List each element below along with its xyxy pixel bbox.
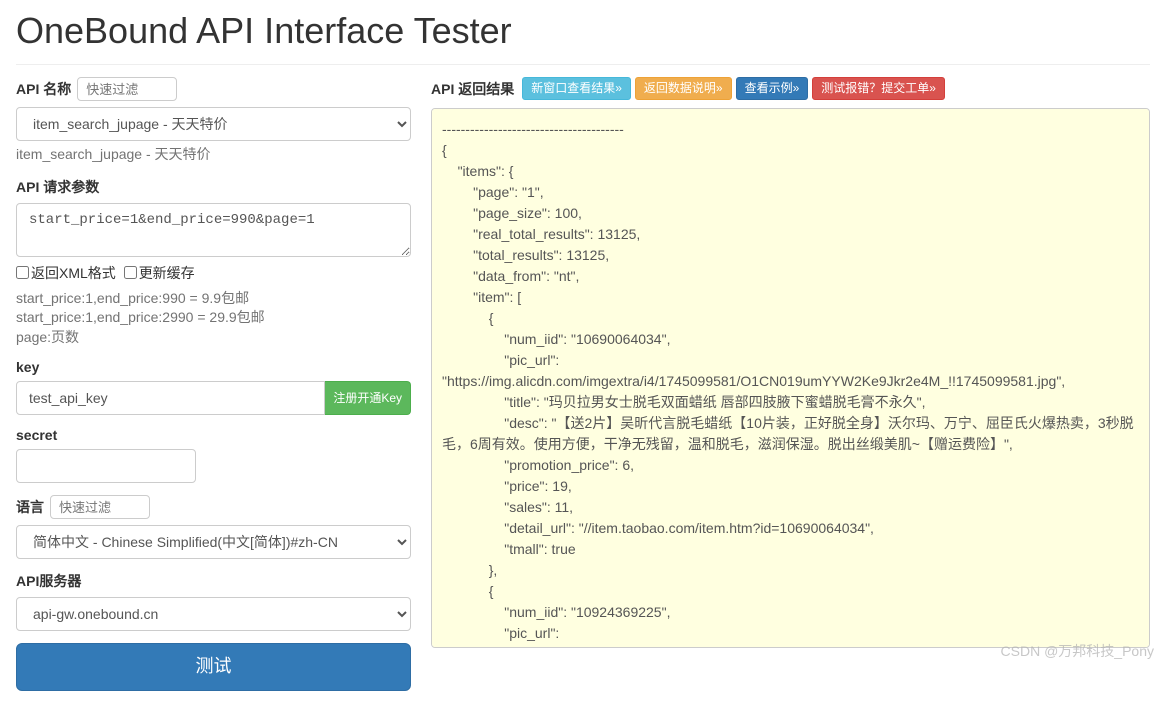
api-name-help: item_search_jupage - 天天特价 bbox=[16, 145, 411, 165]
divider bbox=[16, 64, 1150, 65]
cache-checkbox-label: 更新缓存 bbox=[139, 265, 195, 281]
params-help: start_price:1,end_price:990 = 9.9包邮 star… bbox=[16, 289, 411, 348]
language-label: 语言 bbox=[16, 497, 44, 517]
right-panel: API 返回结果 新窗口查看结果» 返回数据说明» 查看示例» 测试报错？提交工… bbox=[431, 77, 1150, 691]
test-button[interactable]: 测试 bbox=[16, 643, 411, 691]
register-key-button[interactable]: 注册开通Key bbox=[325, 381, 411, 415]
api-name-select[interactable]: item_search_jupage - 天天特价 bbox=[16, 107, 411, 141]
cache-checkbox[interactable] bbox=[124, 266, 137, 279]
key-input[interactable] bbox=[16, 381, 325, 415]
example-button[interactable]: 查看示例» bbox=[736, 77, 809, 100]
secret-input[interactable] bbox=[16, 449, 196, 483]
report-button[interactable]: 测试报错？提交工单» bbox=[812, 77, 945, 100]
api-params-textarea[interactable]: start_price=1&end_price=990&page=1 bbox=[16, 203, 411, 257]
api-name-filter-input[interactable] bbox=[77, 77, 177, 101]
result-textarea[interactable]: --------------------------------------- … bbox=[431, 108, 1150, 648]
api-server-label: API服务器 bbox=[16, 571, 81, 591]
left-panel: API 名称 item_search_jupage - 天天特价 item_se… bbox=[16, 77, 411, 691]
new-window-button[interactable]: 新窗口查看结果» bbox=[522, 77, 631, 100]
xml-checkbox[interactable] bbox=[16, 266, 29, 279]
key-label: key bbox=[16, 359, 39, 375]
result-label: API 返回结果 bbox=[431, 79, 514, 99]
page-title: OneBound API Interface Tester bbox=[16, 10, 1150, 52]
language-filter-input[interactable] bbox=[50, 495, 150, 519]
api-name-label: API 名称 bbox=[16, 79, 71, 99]
data-desc-button[interactable]: 返回数据说明» bbox=[635, 77, 732, 100]
xml-checkbox-label: 返回XML格式 bbox=[31, 265, 116, 281]
api-server-select[interactable]: api-gw.onebound.cn bbox=[16, 597, 411, 631]
api-params-label: API 请求参数 bbox=[16, 177, 99, 197]
language-select[interactable]: 简体中文 - Chinese Simplified(中文[简体])#zh-CN bbox=[16, 525, 411, 559]
secret-label: secret bbox=[16, 427, 57, 443]
